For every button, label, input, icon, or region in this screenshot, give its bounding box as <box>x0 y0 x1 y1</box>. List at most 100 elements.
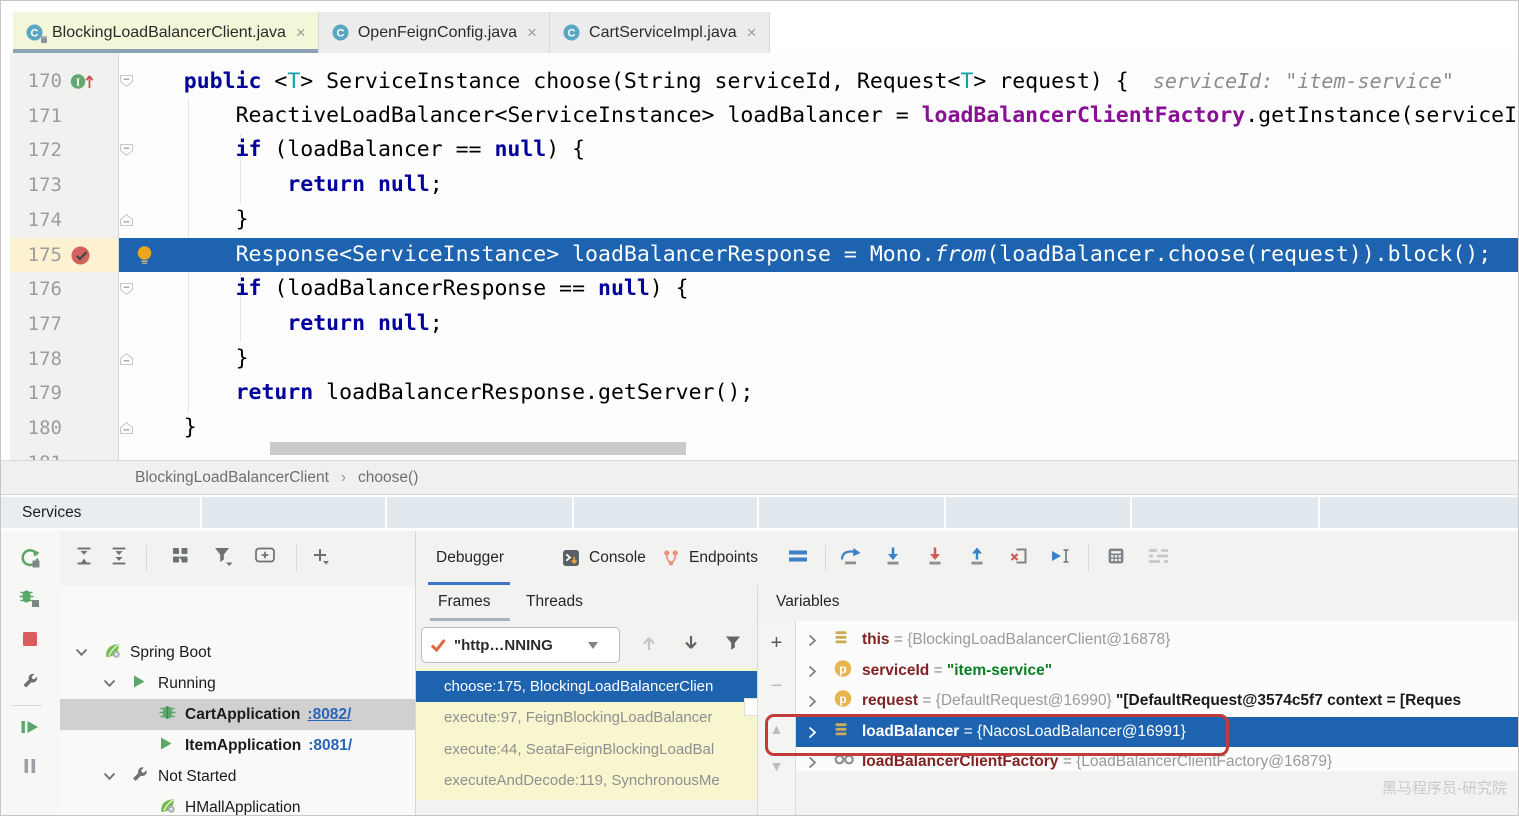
chevron-down-icon[interactable] <box>75 644 88 662</box>
chevron-right-icon[interactable] <box>808 634 817 652</box>
code-line-174[interactable]: 174 } <box>0 203 1519 238</box>
tab-frames[interactable]: Frames <box>438 585 491 619</box>
variable-row-loadBalancer[interactable]: loadBalancer = {NacosLoadBalancer@16991} <box>796 717 1519 748</box>
run-to-cursor-button[interactable] <box>1050 547 1072 570</box>
editor-tab-OpenFeignConfig.java[interactable]: COpenFeignConfig.java× <box>319 12 550 53</box>
editor-tab-CartServiceImpl.java[interactable]: CCartServiceImpl.java× <box>550 12 770 53</box>
horizontal-scrollbar[interactable] <box>270 442 686 455</box>
code-line-180[interactable]: 180 } <box>0 411 1519 446</box>
chevron-right-icon[interactable] <box>808 695 817 713</box>
intention-bulb-icon[interactable] <box>136 245 153 270</box>
pause-button[interactable] <box>23 758 38 778</box>
tab-label: BlockingLoadBalancerClient.java <box>52 24 286 42</box>
svg-text:I: I <box>76 77 80 89</box>
code-line-179[interactable]: 179 return loadBalancerResponse.getServe… <box>0 376 1519 411</box>
stack-frame-row[interactable]: execute:97, FeignBlockingLoadBalancer <box>416 702 757 733</box>
chevron-down-icon[interactable] <box>103 675 116 693</box>
service-node-ItemApplication[interactable]: ItemApplication:8081/ <box>60 730 415 761</box>
stop-button[interactable] <box>22 631 38 651</box>
reset-frame-button[interactable] <box>1010 547 1029 570</box>
code-line-176[interactable]: 176 if (loadBalancerResponse == null) { <box>0 272 1519 307</box>
previous-frame-button[interactable] <box>641 634 658 656</box>
add-watch-button[interactable]: + <box>771 633 783 653</box>
edit-configuration-button[interactable] <box>22 673 39 694</box>
breadcrumb-separator: › <box>341 469 346 487</box>
variable-row-loadBalancerClientFactory[interactable]: loadBalancerClientFactory = {LoadBalance… <box>796 747 1519 778</box>
service-node-Running[interactable]: Running <box>60 668 415 699</box>
expand-all-button[interactable] <box>75 547 94 570</box>
chevron-right-icon[interactable] <box>808 726 817 744</box>
stack-frame-row[interactable]: executeAndDecode:119, SynchronousMe <box>416 765 757 796</box>
code-line-171[interactable]: 171 ReactiveLoadBalancer<ServiceInstance… <box>0 99 1519 134</box>
chevron-right-icon[interactable] <box>808 756 817 774</box>
thread-selector-value: "http…NNING <box>454 637 582 654</box>
step-into-button[interactable] <box>884 547 903 570</box>
code-line-177[interactable]: 177 return null; <box>0 307 1519 342</box>
chevron-down-icon[interactable] <box>103 768 116 786</box>
service-node-CartApplication[interactable]: CartApplication:8082/ <box>60 699 415 730</box>
group-by-button[interactable] <box>171 546 191 570</box>
service-port-link[interactable]: :8081/ <box>308 737 352 754</box>
code-line-172[interactable]: 172 if (loadBalancer == null) { <box>0 133 1519 168</box>
svg-text:p: p <box>839 662 846 676</box>
service-node-Not Started[interactable]: Not Started <box>60 761 415 792</box>
threads-view-button[interactable] <box>788 548 808 568</box>
layout-settings-button[interactable] <box>1147 548 1169 569</box>
variables-title: Variables <box>776 585 839 619</box>
breadcrumb-class[interactable]: BlockingLoadBalancerClient <box>135 469 329 487</box>
param-icon: p <box>834 690 852 713</box>
remove-watch-button[interactable]: − <box>771 676 783 696</box>
evaluate-expression-button[interactable] <box>1107 547 1126 570</box>
code-line-178[interactable]: 178 } <box>0 342 1519 377</box>
code-line-181[interactable]: 181 <box>0 446 1519 460</box>
step-over-button[interactable] <box>839 547 863 570</box>
frames-scrollbar[interactable] <box>744 698 758 716</box>
tab-threads[interactable]: Threads <box>526 585 583 619</box>
chevron-right-icon[interactable] <box>808 665 817 683</box>
close-icon[interactable]: × <box>527 28 537 38</box>
code-editor[interactable]: 170I public <T> ServiceInstance choose(S… <box>0 53 1519 460</box>
filter-button[interactable] <box>213 546 233 570</box>
breadcrumb-method[interactable]: choose() <box>358 469 418 487</box>
code-line-173[interactable]: 173 return null; <box>0 168 1519 203</box>
service-node-Spring Boot[interactable]: Spring Boot <box>60 637 415 668</box>
close-icon[interactable]: × <box>747 28 757 38</box>
next-frame-button[interactable] <box>683 634 700 656</box>
move-up-button[interactable]: ▲ <box>770 722 784 736</box>
add-service-button[interactable] <box>254 547 276 570</box>
tab-debugger[interactable]: Debugger <box>436 531 504 585</box>
line-number: 179 <box>10 376 62 411</box>
code-line-170[interactable]: 170I public <T> ServiceInstance choose(S… <box>0 64 1519 99</box>
tab-console[interactable]: Console <box>562 531 646 585</box>
breakpoint-icon[interactable] <box>70 245 94 270</box>
force-step-into-button[interactable] <box>926 547 945 570</box>
service-port-link[interactable]: :8082/ <box>307 706 351 723</box>
add-button[interactable] <box>312 547 330 569</box>
rerun-button[interactable] <box>20 548 41 573</box>
close-icon[interactable]: × <box>296 28 306 38</box>
stack-frame-row[interactable]: execute:44, SeataFeignBlockingLoadBal <box>416 734 757 765</box>
code-line-175[interactable]: 175 Response<ServiceInstance> loadBalanc… <box>0 238 1519 273</box>
implements-method-icon[interactable]: I <box>70 71 96 94</box>
resume-button[interactable] <box>21 719 40 739</box>
line-number: 175 <box>10 238 62 273</box>
field-icon <box>834 631 849 650</box>
variable-row-serviceId[interactable]: pserviceId = "item-service" <box>796 656 1519 687</box>
endpoints-icon <box>662 549 680 567</box>
rerun-debug-button[interactable] <box>20 588 41 612</box>
step-out-button[interactable] <box>968 547 987 570</box>
variable-row-request[interactable]: prequest = {DefaultRequest@16990} "[Defa… <box>796 686 1519 717</box>
tab-endpoints[interactable]: Endpoints <box>662 531 758 585</box>
editor-tab-BlockingLoadBalancerClient.java[interactable]: CBlockingLoadBalancerClient.java× <box>13 12 319 53</box>
hide-frames-filter-button[interactable] <box>724 635 742 656</box>
collapse-all-button[interactable] <box>110 547 129 570</box>
services-header-tab[interactable]: Services <box>1 497 200 528</box>
move-down-button[interactable]: ▼ <box>770 759 784 773</box>
stack-frame-row[interactable]: choose:175, BlockingLoadBalancerClien <box>416 671 757 702</box>
line-number: 170 <box>10 64 62 99</box>
variable-row-this[interactable]: this = {BlockingLoadBalancerClient@16878… <box>796 625 1519 656</box>
field-icon <box>834 722 849 741</box>
run-controls-toolbar <box>0 531 61 816</box>
service-node-HMallApplication[interactable]: HMallApplication <box>60 792 415 816</box>
thread-selector-dropdown[interactable]: "http…NNING <box>421 627 620 663</box>
